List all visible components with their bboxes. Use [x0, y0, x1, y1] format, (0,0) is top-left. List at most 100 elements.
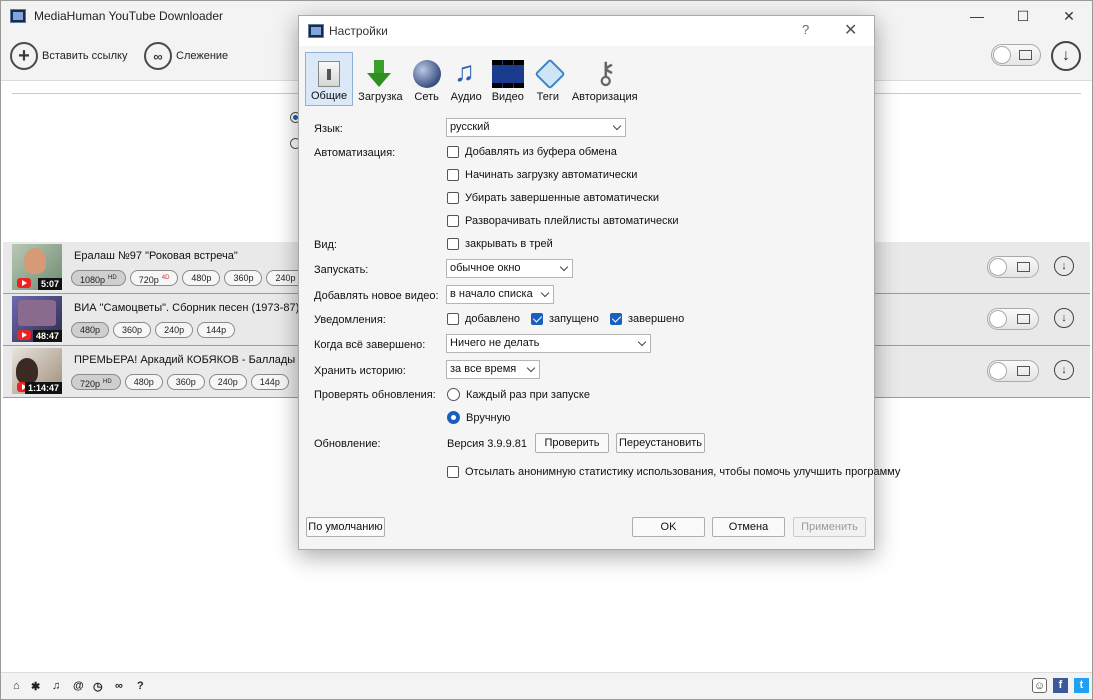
film-icon	[1017, 314, 1030, 324]
tab-video[interactable]: Видео	[487, 52, 529, 106]
checkbox-box	[447, 466, 459, 478]
ok-button[interactable]: OK	[632, 517, 705, 537]
close-to-tray-checkbox[interactable]: закрывать в трей	[447, 238, 553, 250]
tab-label: Сеть	[414, 91, 439, 103]
video-mode-toggle[interactable]	[987, 308, 1039, 330]
history-select[interactable]: за все время	[446, 360, 540, 379]
chevron-down-icon	[526, 363, 536, 373]
music-icon[interactable]: ♫	[52, 680, 60, 692]
maximize-button[interactable]: ☐	[1000, 1, 1046, 31]
tracking-button[interactable]: ∞ Слежение	[144, 40, 228, 72]
tab-label: Аудио	[450, 91, 482, 103]
film-icon	[1017, 366, 1030, 376]
format-chip[interactable]: 720p HD	[71, 374, 121, 390]
dialog-close-button[interactable]: ✕	[844, 20, 857, 40]
switch-icon	[318, 61, 341, 87]
tab-general[interactable]: Общие	[305, 52, 354, 106]
thumbnail-face	[24, 248, 46, 274]
defaults-button[interactable]: По умолчанию	[306, 517, 385, 537]
format-chip[interactable]: 480p	[182, 270, 221, 286]
version-text: Версия 3.9.9.81	[447, 438, 527, 450]
download-button[interactable]: ↓	[1054, 256, 1074, 276]
add-video-select[interactable]: в начало списка	[446, 285, 554, 304]
notify-finished-checkbox[interactable]: завершено	[610, 313, 684, 325]
tab-label: Теги	[536, 91, 560, 103]
format-chip[interactable]: 144p	[197, 322, 236, 338]
clock-icon[interactable]: ◷	[93, 680, 103, 693]
video-title: ВИА "Самоцветы". Сборник песен (1973-87)	[74, 302, 300, 314]
download-all-button[interactable]: ↓	[1051, 41, 1081, 71]
toggle-knob	[993, 46, 1011, 64]
binoculars-icon[interactable]: ∞	[115, 680, 123, 692]
dialog-title: Настройки	[329, 24, 388, 38]
remove-finished-checkbox[interactable]: Убирать завершенные автоматически	[447, 192, 659, 204]
download-button[interactable]: ↓	[1054, 308, 1074, 328]
format-chip[interactable]: 360p	[166, 374, 205, 390]
video-title: Ералаш №97 "Роковая встреча"	[74, 250, 238, 262]
film-icon	[1017, 262, 1030, 272]
tab-network[interactable]: Сеть	[408, 52, 446, 106]
update-on-start-radio[interactable]: Каждый раз при запуске	[447, 388, 590, 401]
launch-select[interactable]: обычное окно	[446, 259, 573, 278]
notify-added-checkbox[interactable]: добавлено	[447, 313, 520, 325]
tab-label: Авторизация	[571, 91, 638, 103]
language-value: русский	[450, 121, 490, 133]
help-icon[interactable]: ?	[137, 680, 144, 692]
video-mode-toggle[interactable]	[987, 360, 1039, 382]
checkbox-box	[447, 215, 459, 227]
language-select[interactable]: русский	[446, 118, 626, 137]
minimize-button[interactable]: —	[954, 1, 1000, 31]
check-update-button[interactable]: Проверить	[535, 433, 609, 453]
checkbox-box-checked	[610, 313, 622, 325]
tab-download[interactable]: Загрузка	[353, 52, 407, 106]
video-mode-toggle[interactable]	[991, 44, 1041, 66]
tab-tags[interactable]: Теги	[529, 52, 567, 106]
format-chip[interactable]: 240p	[155, 322, 194, 338]
film-icon	[491, 60, 524, 88]
checkbox-box	[447, 313, 459, 325]
close-button[interactable]: ✕	[1046, 1, 1092, 31]
download-button[interactable]: ↓	[1054, 360, 1074, 380]
automation-label: Автоматизация:	[314, 147, 396, 159]
chevron-down-icon	[637, 337, 647, 347]
clipboard-label: Добавлять из буфера обмена	[465, 146, 617, 158]
support-icon[interactable]: ☺	[1032, 678, 1047, 693]
expand-playlists-checkbox[interactable]: Разворачивать плейлисты автоматически	[447, 215, 679, 227]
facebook-icon[interactable]: f	[1053, 678, 1068, 693]
video-title: ПРЕМЬЕРА! Аркадий КОБЯКОВ - Баллады и	[74, 354, 305, 366]
format-chip[interactable]: 720p 4D	[129, 270, 179, 286]
format-chip[interactable]: 360p	[224, 270, 263, 286]
update-manual-radio[interactable]: Вручную	[447, 411, 510, 424]
settings-tabs: Общие Загрузка Сеть Аудио Видео Теги Авт…	[305, 52, 643, 108]
tab-authorization[interactable]: Авторизация	[567, 52, 643, 106]
tab-audio[interactable]: Аудио	[446, 52, 487, 106]
send-stats-checkbox[interactable]: Отсылать анонимную статистику использова…	[447, 466, 901, 479]
paste-link-button[interactable]: + Вставить ссылку	[10, 40, 127, 72]
video-mode-toggle[interactable]	[987, 256, 1039, 278]
globe-icon	[412, 60, 441, 88]
gear-icon[interactable]: ✱	[31, 680, 40, 693]
format-chips: 1080p HD 720p 4D 480p 360p 240p	[71, 270, 305, 286]
autostart-checkbox[interactable]: Начинать загрузку автоматически	[447, 169, 637, 181]
cancel-button[interactable]: Отмена	[712, 517, 785, 537]
when-done-select[interactable]: Ничего не делать	[446, 334, 651, 353]
format-chip[interactable]: 240p	[208, 374, 247, 390]
reinstall-button[interactable]: Переустановить	[616, 433, 705, 453]
twitter-icon[interactable]: t	[1074, 678, 1089, 693]
snail-icon[interactable]: @	[73, 680, 84, 692]
help-button[interactable]: ?	[802, 22, 809, 37]
send-stats-label: Отсылать анонимную статистику использова…	[465, 466, 901, 478]
format-chip[interactable]: 360p	[113, 322, 152, 338]
thumbnail-face	[18, 300, 56, 326]
when-done-label: Когда всё завершено:	[314, 339, 426, 351]
notify-started-checkbox[interactable]: запущено	[531, 313, 599, 325]
format-chip[interactable]: 1080p HD	[71, 270, 126, 286]
clipboard-checkbox[interactable]: Добавлять из буфера обмена	[447, 146, 617, 158]
toggle-knob	[989, 310, 1007, 328]
video-thumbnail: 5:07	[12, 244, 62, 290]
format-chip[interactable]: 480p	[71, 322, 110, 338]
apply-button[interactable]: Применить	[793, 517, 866, 537]
format-chip[interactable]: 144p	[250, 374, 289, 390]
format-chip[interactable]: 480p	[124, 374, 163, 390]
mouse-icon[interactable]: ⌂	[13, 680, 20, 692]
